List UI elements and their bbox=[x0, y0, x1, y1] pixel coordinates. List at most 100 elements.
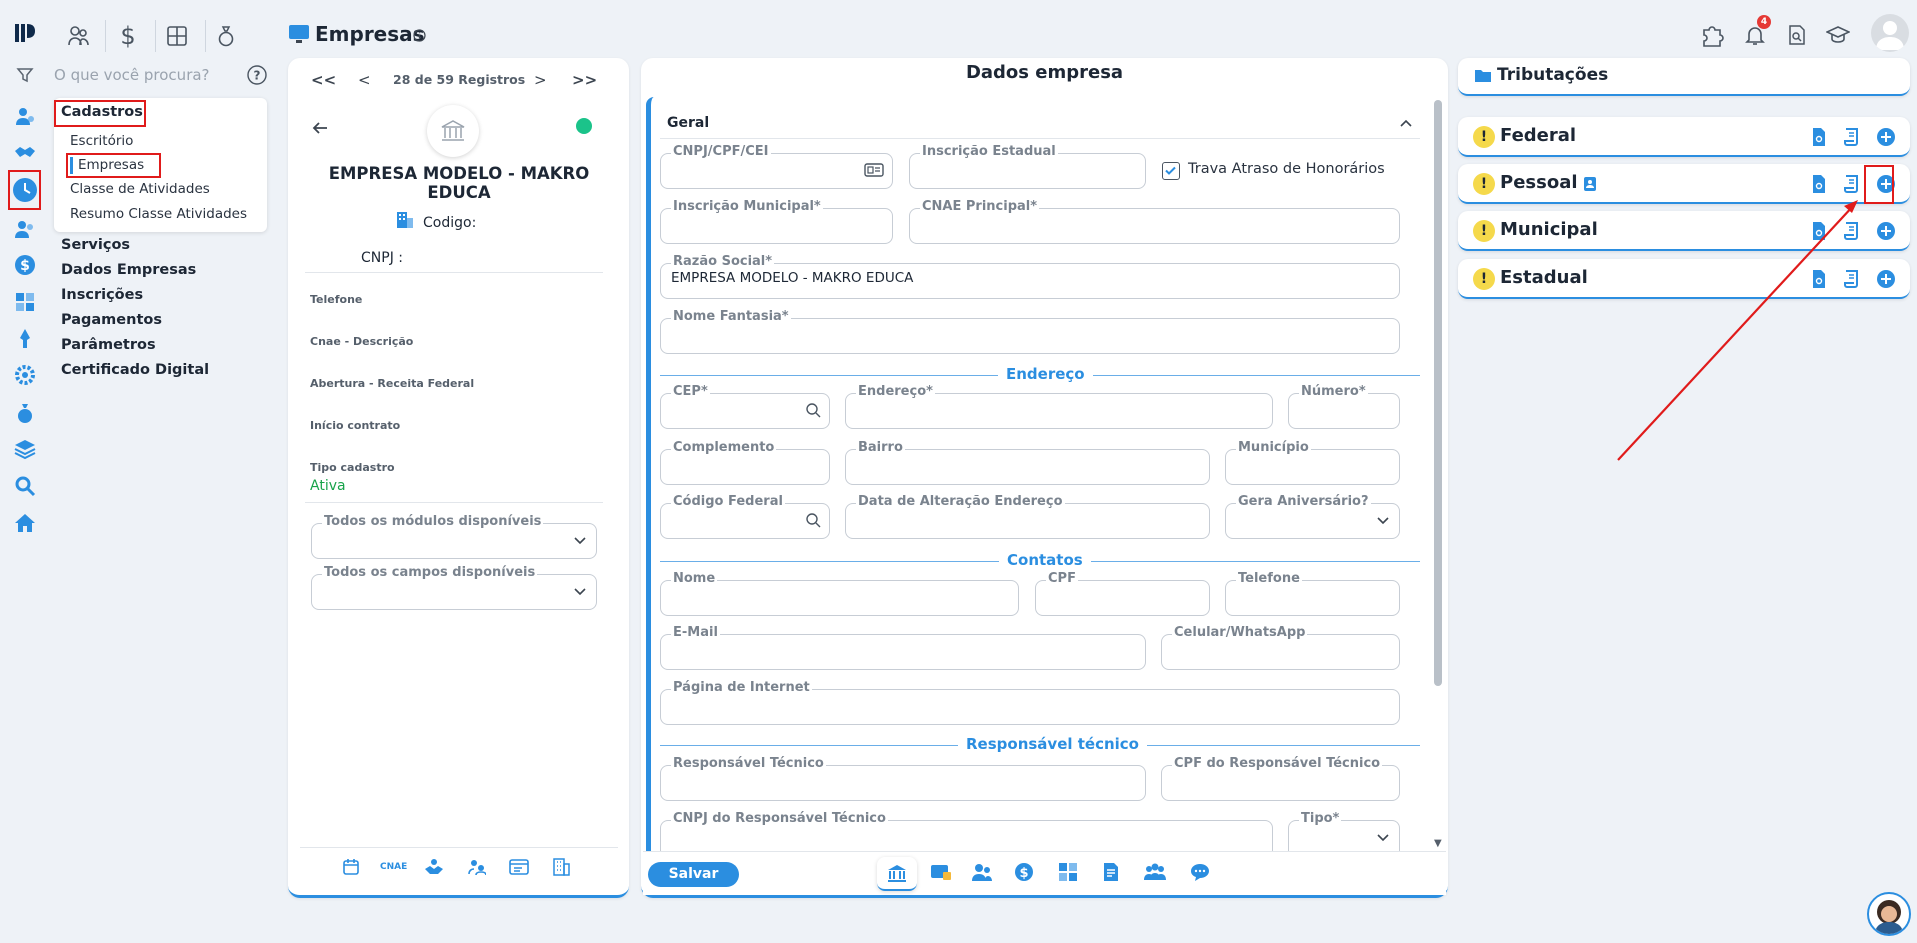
filter-icon[interactable] bbox=[12, 62, 38, 88]
clock-icon[interactable] bbox=[12, 177, 38, 203]
tab-dollar[interactable]: $ bbox=[1014, 862, 1034, 882]
inscricao-estadual-field[interactable]: Inscrição Estadual bbox=[909, 144, 1146, 189]
rocket-icon[interactable] bbox=[12, 326, 38, 352]
inscricao-municipal-field[interactable]: Inscrição Municipal* bbox=[660, 199, 893, 244]
calculator-icon[interactable] bbox=[12, 289, 38, 315]
people-icon[interactable] bbox=[62, 19, 96, 53]
calculator-icon[interactable] bbox=[160, 19, 194, 53]
menu-pagamentos[interactable]: Pagamentos bbox=[61, 312, 162, 328]
cnae-principal-field[interactable]: CNAE Principal* bbox=[909, 199, 1400, 244]
cnae-label: Cnae - Descrição bbox=[310, 335, 414, 348]
building-icon[interactable] bbox=[552, 858, 570, 876]
card-icon[interactable] bbox=[509, 858, 529, 876]
nav-next-button[interactable]: > bbox=[534, 71, 547, 89]
endereco-field[interactable]: Endereço* bbox=[845, 384, 1273, 429]
document-search-icon[interactable] bbox=[1780, 18, 1814, 52]
calendar-icon[interactable] bbox=[342, 858, 360, 876]
tipo-cadastro-value: Ativa bbox=[310, 478, 346, 494]
tab-calculator[interactable] bbox=[1058, 862, 1078, 882]
notification-badge: 4 bbox=[1757, 15, 1771, 29]
users-icon[interactable] bbox=[12, 216, 38, 242]
numero-field[interactable]: Número* bbox=[1288, 384, 1400, 429]
celular-field[interactable]: Celular/WhatsApp bbox=[1161, 625, 1400, 670]
chevron-up-icon[interactable] bbox=[1398, 116, 1414, 130]
submenu-resumo-classe[interactable]: Resumo Classe Atividades bbox=[70, 206, 247, 222]
submenu-empresas[interactable]: Empresas bbox=[78, 157, 144, 173]
logo-icon[interactable] bbox=[12, 20, 38, 46]
chevron-down-icon bbox=[572, 532, 588, 548]
info-icon[interactable] bbox=[413, 29, 426, 42]
menu-servicos[interactable]: Serviços bbox=[61, 237, 130, 253]
menu-parametros[interactable]: Parâmetros bbox=[61, 337, 156, 353]
complemento-field[interactable]: Complemento bbox=[660, 440, 830, 485]
graduation-cap-icon[interactable] bbox=[1821, 18, 1855, 52]
home-icon[interactable] bbox=[12, 510, 38, 536]
pagina-internet-field[interactable]: Página de Internet bbox=[660, 680, 1400, 725]
search-icon[interactable] bbox=[805, 512, 821, 528]
codigo-federal-field[interactable]: Código Federal bbox=[660, 494, 830, 539]
gear-icon[interactable] bbox=[12, 362, 38, 388]
nome-field[interactable]: Nome bbox=[660, 571, 1019, 616]
add-icon[interactable] bbox=[1876, 127, 1896, 147]
search-icon[interactable] bbox=[12, 473, 38, 499]
menu-search-input[interactable]: O que você procura? bbox=[54, 66, 210, 84]
tab-chat[interactable] bbox=[1190, 862, 1210, 882]
nav-last-button[interactable]: >> bbox=[572, 71, 597, 89]
help-icon[interactable]: ? bbox=[247, 65, 267, 85]
user-icon[interactable] bbox=[12, 103, 38, 129]
cnpj-field[interactable]: CNPJ/CPF/CEI bbox=[660, 144, 893, 189]
email-field[interactable]: E-Mail bbox=[660, 625, 1146, 670]
scroll-down-icon[interactable]: ▼ bbox=[1434, 838, 1442, 849]
bairro-field[interactable]: Bairro bbox=[845, 440, 1210, 485]
form-scrollbar[interactable] bbox=[1434, 100, 1442, 686]
submenu-classe-atividades[interactable]: Classe de Atividades bbox=[70, 181, 210, 197]
scroll-icon[interactable] bbox=[1842, 127, 1862, 147]
save-button[interactable]: Salvar bbox=[648, 862, 739, 887]
tab-document-edit[interactable] bbox=[1101, 862, 1121, 882]
document-search-icon[interactable] bbox=[1809, 127, 1829, 147]
submenu-escritorio[interactable]: Escritório bbox=[70, 133, 133, 149]
dollar-icon[interactable]: $ bbox=[111, 19, 145, 53]
people-swap-icon[interactable] bbox=[468, 858, 486, 876]
telefone-field[interactable]: Telefone bbox=[1225, 571, 1400, 616]
nav-first-button[interactable]: << bbox=[311, 71, 336, 89]
campos-select[interactable]: Todos os campos disponíveis bbox=[311, 565, 597, 610]
puzzle-icon[interactable] bbox=[1696, 18, 1730, 52]
building-icon bbox=[395, 210, 415, 230]
trava-checkbox[interactable] bbox=[1162, 162, 1180, 180]
menu-inscricoes[interactable]: Inscrições bbox=[61, 287, 143, 303]
cpf-responsavel-field[interactable]: CPF do Responsável Técnico bbox=[1161, 756, 1400, 801]
money-bag-icon[interactable] bbox=[12, 400, 38, 426]
modulos-select[interactable]: Todos os módulos disponíveis bbox=[311, 514, 597, 559]
assistant-avatar[interactable] bbox=[1867, 892, 1911, 936]
tab-group[interactable] bbox=[1143, 862, 1167, 882]
cpf-field[interactable]: CPF bbox=[1035, 571, 1210, 616]
warning-icon: ! bbox=[1473, 173, 1495, 195]
tab-people[interactable] bbox=[971, 862, 993, 882]
layers-icon[interactable] bbox=[12, 436, 38, 462]
trib-federal-card[interactable]: ! Federal bbox=[1458, 117, 1910, 157]
menu-dados-empresas[interactable]: Dados Empresas bbox=[61, 262, 196, 278]
search-icon[interactable] bbox=[805, 402, 821, 418]
nav-prev-button[interactable]: < bbox=[358, 71, 371, 89]
municipio-field[interactable]: Município bbox=[1225, 440, 1400, 485]
money-bag-icon[interactable] bbox=[209, 19, 243, 53]
handshake-icon[interactable] bbox=[424, 858, 444, 876]
nome-fantasia-field[interactable]: Nome Fantasia* bbox=[660, 309, 1400, 354]
group-geral-label: Geral bbox=[667, 115, 710, 131]
back-arrow-icon[interactable] bbox=[311, 119, 329, 137]
menu-certificado-digital[interactable]: Certificado Digital bbox=[61, 362, 209, 378]
tributacoes-title: Tributações bbox=[1497, 65, 1609, 85]
gera-aniversario-select[interactable]: Gera Aniversário? bbox=[1225, 494, 1400, 539]
dollar-circle-icon[interactable]: $ bbox=[12, 252, 38, 278]
tab-card-lock[interactable] bbox=[930, 862, 952, 882]
menu-cadastros[interactable]: Cadastros bbox=[61, 104, 143, 120]
avatar[interactable] bbox=[1871, 14, 1909, 52]
cnae-icon[interactable]: CNAE bbox=[380, 862, 407, 872]
tab-bank[interactable] bbox=[877, 857, 917, 891]
responsavel-tecnico-field[interactable]: Responsável Técnico bbox=[660, 756, 1146, 801]
cep-field[interactable]: CEP* bbox=[660, 384, 830, 429]
handshake-icon[interactable] bbox=[12, 140, 38, 166]
data-alteracao-field[interactable]: Data de Alteração Endereço bbox=[845, 494, 1210, 539]
razao-social-field[interactable]: Razão Social* EMPRESA MODELO - MAKRO EDU… bbox=[660, 254, 1400, 299]
